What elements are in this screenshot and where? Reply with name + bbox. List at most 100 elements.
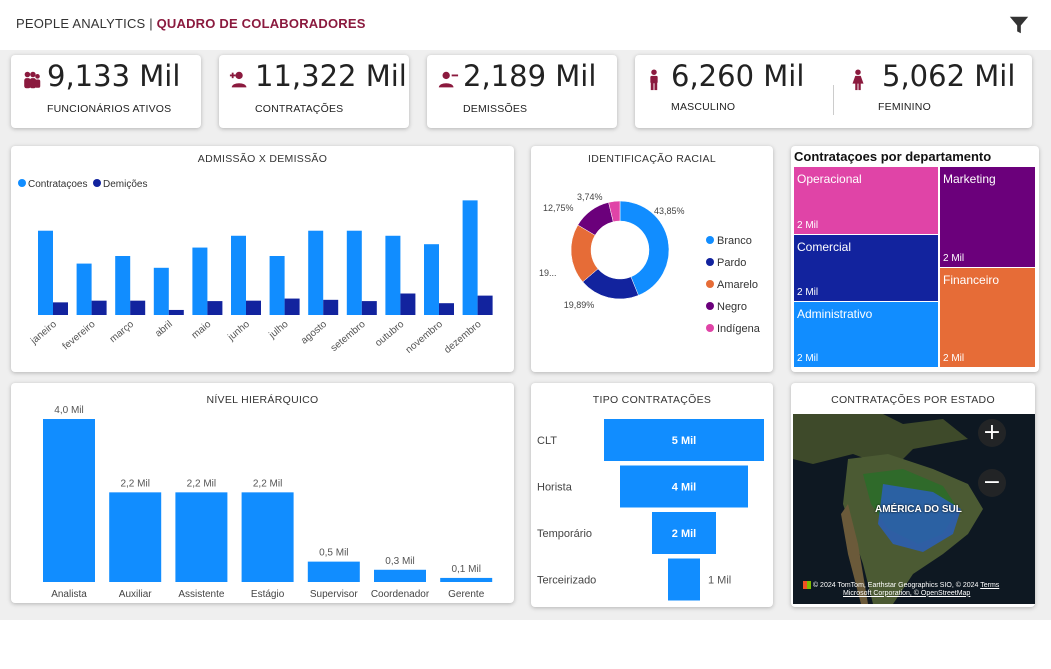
treemap-card: Contrataçoes por departamento Operaciona… <box>791 146 1039 372</box>
bar-demicoes[interactable] <box>477 295 493 315</box>
x-tick-label: novembro <box>404 319 445 356</box>
treemap-label: Marketing <box>943 172 996 186</box>
bar-contratacoes[interactable] <box>385 235 401 315</box>
kpi-value: 2,189 Mil <box>463 59 597 93</box>
bar-demicoes[interactable] <box>439 303 454 315</box>
treemap-cell-operacional[interactable]: Operacional 2 Mil <box>794 167 938 234</box>
tipo-contratacoes-card: TIPO CONTRATAÇÕES CLT 5 Mil Horista 4 Mil Te… <box>531 383 773 607</box>
bar-nivel[interactable] <box>175 492 228 582</box>
bar-contratacoes[interactable] <box>346 230 362 315</box>
bar-demicoes[interactable] <box>130 300 146 315</box>
map-view[interactable]: AMÉRICA DO SUL + − © 2024 TomTom, Earths… <box>793 414 1035 604</box>
kpi-value: 9,133 Mil <box>47 59 181 93</box>
bar-nivel[interactable] <box>307 561 360 582</box>
legend-label[interactable]: Indígena <box>717 323 761 335</box>
legend-marker <box>706 280 714 288</box>
kpi-genero: 6,260 Mil MASCULINO 5,062 Mil FEMININO <box>635 55 1032 128</box>
bar-contratacoes[interactable] <box>153 267 169 315</box>
bar-contratacoes[interactable] <box>38 230 53 315</box>
x-tick-label: agosto <box>299 319 329 347</box>
kpi-label: CONTRATAÇÕES <box>255 103 344 115</box>
kpi-funcionarios-ativos: 9,133 Mil FUNCIONÁRIOS ATIVOS <box>11 55 201 128</box>
zoom-out-button[interactable]: − <box>978 469 1006 497</box>
funnel-category-label: Horista <box>537 482 573 494</box>
legend-marker-demicoes <box>93 179 101 187</box>
x-tick-label: Gerente <box>448 589 485 600</box>
filter-icon[interactable] <box>1008 14 1030 36</box>
legend-label-contratacoes[interactable]: Contrataçoes <box>28 179 87 190</box>
bar-contratacoes[interactable] <box>308 230 324 315</box>
microsoft-logo-icon <box>803 581 811 589</box>
legend-marker <box>706 324 714 332</box>
bar-contratacoes[interactable] <box>231 235 246 315</box>
treemap-cell-marketing[interactable]: Marketing 2 Mil <box>940 167 1035 267</box>
mapa-card: CONTRATAÇÕES POR ESTADO AMÉRICA DO SUL +… <box>791 383 1035 607</box>
bar-demicoes[interactable] <box>91 300 107 315</box>
treemap-value: 2 Mil <box>943 253 965 264</box>
x-tick-label: outubro <box>373 319 406 350</box>
attribution-text-2: Microsoft Corporation, © OpenStreetMap <box>843 589 971 597</box>
terms-link[interactable]: Terms <box>980 582 999 589</box>
map-attribution: © 2024 TomTom, Earthstar Geographics SIO… <box>803 581 999 598</box>
funnel-data-label: 1 Mil <box>708 575 731 587</box>
funnel-bar[interactable] <box>668 558 700 601</box>
kpi-label: FUNCIONÁRIOS ATIVOS <box>47 103 172 115</box>
treemap-cell-administrativo[interactable]: Administrativo 2 Mil <box>794 302 938 367</box>
x-tick-label: fevereiro <box>61 319 98 353</box>
kpi-label-feminino: FEMININO <box>878 101 931 113</box>
treemap-label: Comercial <box>797 240 852 254</box>
page-header: PEOPLE ANALYTICS | QUADRO DE COLABORADOR… <box>0 0 1051 50</box>
bar-nivel[interactable] <box>440 577 493 582</box>
bar-demicoes[interactable] <box>207 301 223 315</box>
bar-contratacoes[interactable] <box>76 263 92 315</box>
x-tick-label: abril <box>153 319 175 340</box>
treemap-cell-financeiro[interactable]: Financeiro 2 Mil <box>940 268 1035 367</box>
bar-nivel[interactable] <box>43 419 95 582</box>
bar-contratacoes[interactable] <box>269 256 285 315</box>
bar-contratacoes[interactable] <box>192 247 208 315</box>
legend-marker <box>706 258 714 266</box>
bar-demicoes[interactable] <box>246 300 261 315</box>
kpi-value-feminino: 5,062 Mil <box>882 59 1016 93</box>
donut-data-label: 19... <box>539 268 557 278</box>
bar-contratacoes[interactable] <box>424 244 439 315</box>
bottom-band <box>0 620 1051 669</box>
bar-contratacoes[interactable] <box>115 256 131 315</box>
people-icon <box>24 71 41 89</box>
treemap-cell-comercial[interactable]: Comercial 2 Mil <box>794 235 938 301</box>
legend-label[interactable]: Amarelo <box>717 279 758 291</box>
legend-label-demicoes[interactable]: Demições <box>103 179 147 190</box>
title-prefix: PEOPLE ANALYTICS | <box>16 16 157 31</box>
legend-label[interactable]: Negro <box>717 301 747 313</box>
kpi-value: 11,322 Mil <box>255 59 407 93</box>
tipo-funnel-chart: CLT 5 Mil Horista 4 Mil Temporário 2 Mil Terce… <box>537 419 764 601</box>
legend-marker-contratacoes <box>18 179 26 187</box>
bar-demicoes[interactable] <box>284 298 300 315</box>
treemap-label: Financeiro <box>943 273 1000 287</box>
user-plus-icon <box>229 71 247 88</box>
zoom-in-button[interactable]: + <box>978 419 1006 447</box>
x-tick-label: maio <box>190 319 214 342</box>
bar-nivel[interactable] <box>374 569 426 582</box>
donut-data-label: 43,85% <box>654 206 685 216</box>
bar-demicoes[interactable] <box>400 293 416 315</box>
treemap-value: 2 Mil <box>797 220 819 231</box>
donut-data-label: 3,74% <box>577 192 603 202</box>
title-main: QUADRO DE COLABORADORES <box>156 16 366 31</box>
bar-demicoes[interactable] <box>168 309 184 315</box>
legend-label[interactable]: Branco <box>717 235 752 247</box>
admissao-demissao-card: ADMISSÃO X DEMISSÃO Contrataçoes Demições… <box>11 146 514 372</box>
x-tick-label: setembro <box>329 319 368 355</box>
bar-demicoes[interactable] <box>361 301 377 315</box>
report-canvas: 9,133 Mil FUNCIONÁRIOS ATIVOS 11,322 Mil… <box>0 50 1051 620</box>
bar-contratacoes[interactable] <box>462 200 478 315</box>
treemap-value: 2 Mil <box>797 353 819 364</box>
kpi-label-masculino: MASCULINO <box>671 101 736 113</box>
bar-demicoes[interactable] <box>53 302 68 315</box>
x-tick-label: Auxiliar <box>119 589 152 600</box>
bar-nivel[interactable] <box>241 492 294 582</box>
bar-nivel[interactable] <box>109 492 162 582</box>
bar-demicoes[interactable] <box>323 299 339 315</box>
legend-label[interactable]: Pardo <box>717 257 746 269</box>
funnel-category-label: Terceirizado <box>537 575 596 587</box>
